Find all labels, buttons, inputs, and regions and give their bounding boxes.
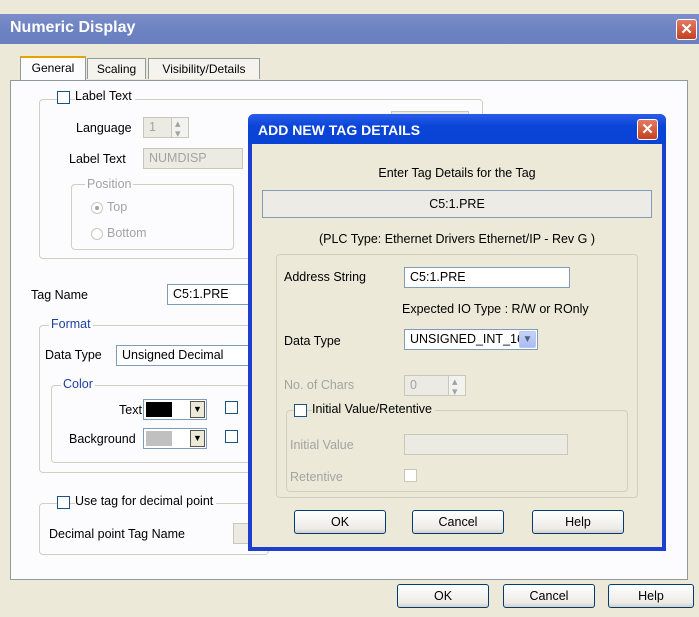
dialog-cancel-button[interactable]: Cancel <box>412 510 504 534</box>
dialog-heading: Enter Tag Details for the Tag <box>378 166 536 180</box>
spin-arrows-icon[interactable] <box>171 118 188 137</box>
dropdown-arrow-icon[interactable]: ▼ <box>190 401 205 418</box>
no-of-chars-value: 0 <box>410 378 417 392</box>
label-text-input[interactable]: NUMDISP <box>143 148 243 169</box>
no-of-chars-stepper[interactable]: 0 <box>404 375 466 396</box>
tag-display-box: C5:1.PRE <box>262 190 652 218</box>
background-color-swatch <box>146 431 172 446</box>
help-button[interactable]: Help <box>608 584 694 608</box>
dialog-data-type-select[interactable]: UNSIGNED_INT_16 ▼ <box>404 329 538 350</box>
dropdown-arrow-icon[interactable]: ▼ <box>190 430 205 447</box>
use-tag-decimal-label: Use tag for decimal point <box>75 494 217 508</box>
tab-general[interactable]: General <box>20 56 86 80</box>
initial-value-label: Initial Value <box>290 438 354 452</box>
initial-value-check-label: Initial Value/Retentive <box>312 402 435 416</box>
close-icon[interactable]: ✕ <box>676 19 697 40</box>
label-text-field-label: Label Text <box>69 152 126 166</box>
retentive-label: Retentive <box>290 470 343 484</box>
background-color-picker[interactable]: ▼ <box>143 428 207 449</box>
text-color-swatch <box>146 402 172 417</box>
tab-scaling[interactable]: Scaling <box>87 58 146 79</box>
address-string-label: Address String <box>284 270 366 284</box>
add-new-tag-dialog: ADD NEW TAG DETAILS ✕ Enter Tag Details … <box>248 114 666 551</box>
position-bottom-label: Bottom <box>107 226 147 240</box>
color-group-label: Color <box>61 377 95 391</box>
retentive-checkbox[interactable] <box>404 469 417 482</box>
expected-io-label: Expected IO Type : R/W or ROnly <box>402 302 589 316</box>
format-group-label: Format <box>49 317 93 331</box>
dialog-ok-button[interactable]: OK <box>294 510 386 534</box>
window-title: Numeric Display <box>10 19 136 36</box>
color-background-label: Background <box>69 432 136 446</box>
dialog-data-type-label: Data Type <box>284 334 341 348</box>
language-label: Language <box>76 121 132 135</box>
color-text-label: Text <box>119 403 142 417</box>
dialog-data-type-value: UNSIGNED_INT_16 <box>410 332 524 346</box>
plc-type-label: (PLC Type: Ethernet Drivers Ethernet/IP … <box>318 232 596 246</box>
position-group-label: Position <box>85 177 134 191</box>
dialog-title-bar: ADD NEW TAG DETAILS ✕ <box>248 114 666 144</box>
dialog-help-button[interactable]: Help <box>532 510 624 534</box>
position-top-label: Top <box>107 200 128 214</box>
decimal-tag-name-label: Decimal point Tag Name <box>49 527 185 541</box>
language-stepper[interactable]: 1 <box>143 117 189 138</box>
initial-value-input[interactable] <box>404 434 568 455</box>
language-value: 1 <box>149 120 156 134</box>
use-tag-decimal-checkbox[interactable] <box>57 496 70 509</box>
spin-arrows-icon[interactable] <box>448 376 465 395</box>
data-type-value: Unsigned Decimal <box>122 348 224 362</box>
cancel-button[interactable]: Cancel <box>503 584 595 608</box>
no-of-chars-label: No. of Chars <box>284 378 355 392</box>
dialog-title: ADD NEW TAG DETAILS <box>258 122 421 138</box>
color-option-checkbox[interactable] <box>225 430 238 443</box>
dialog-body: Enter Tag Details for the Tag C5:1.PRE (… <box>252 144 662 547</box>
position-top-radio[interactable] <box>91 202 103 214</box>
tab-visibility-details[interactable]: Visibility/Details <box>148 58 260 79</box>
text-color-picker[interactable]: ▼ <box>143 399 207 420</box>
position-group <box>71 184 234 250</box>
tag-name-label: Tag Name <box>31 288 88 302</box>
initial-value-checkbox[interactable] <box>294 404 307 417</box>
title-bar: Numeric Display ✕ <box>0 14 699 44</box>
data-type-label: Data Type <box>45 348 102 362</box>
chevron-down-icon[interactable]: ▼ <box>519 331 536 348</box>
color-option-checkbox[interactable] <box>225 401 238 414</box>
ok-button[interactable]: OK <box>397 584 489 608</box>
label-text-check-label: Label Text <box>75 89 135 103</box>
data-type-select[interactable]: Unsigned Decimal <box>116 345 256 366</box>
address-string-input[interactable]: C5:1.PRE <box>404 267 570 288</box>
dialog-close-icon[interactable]: ✕ <box>637 119 658 140</box>
label-text-checkbox[interactable] <box>57 91 70 104</box>
color-group <box>51 385 251 463</box>
position-bottom-radio[interactable] <box>91 228 103 240</box>
